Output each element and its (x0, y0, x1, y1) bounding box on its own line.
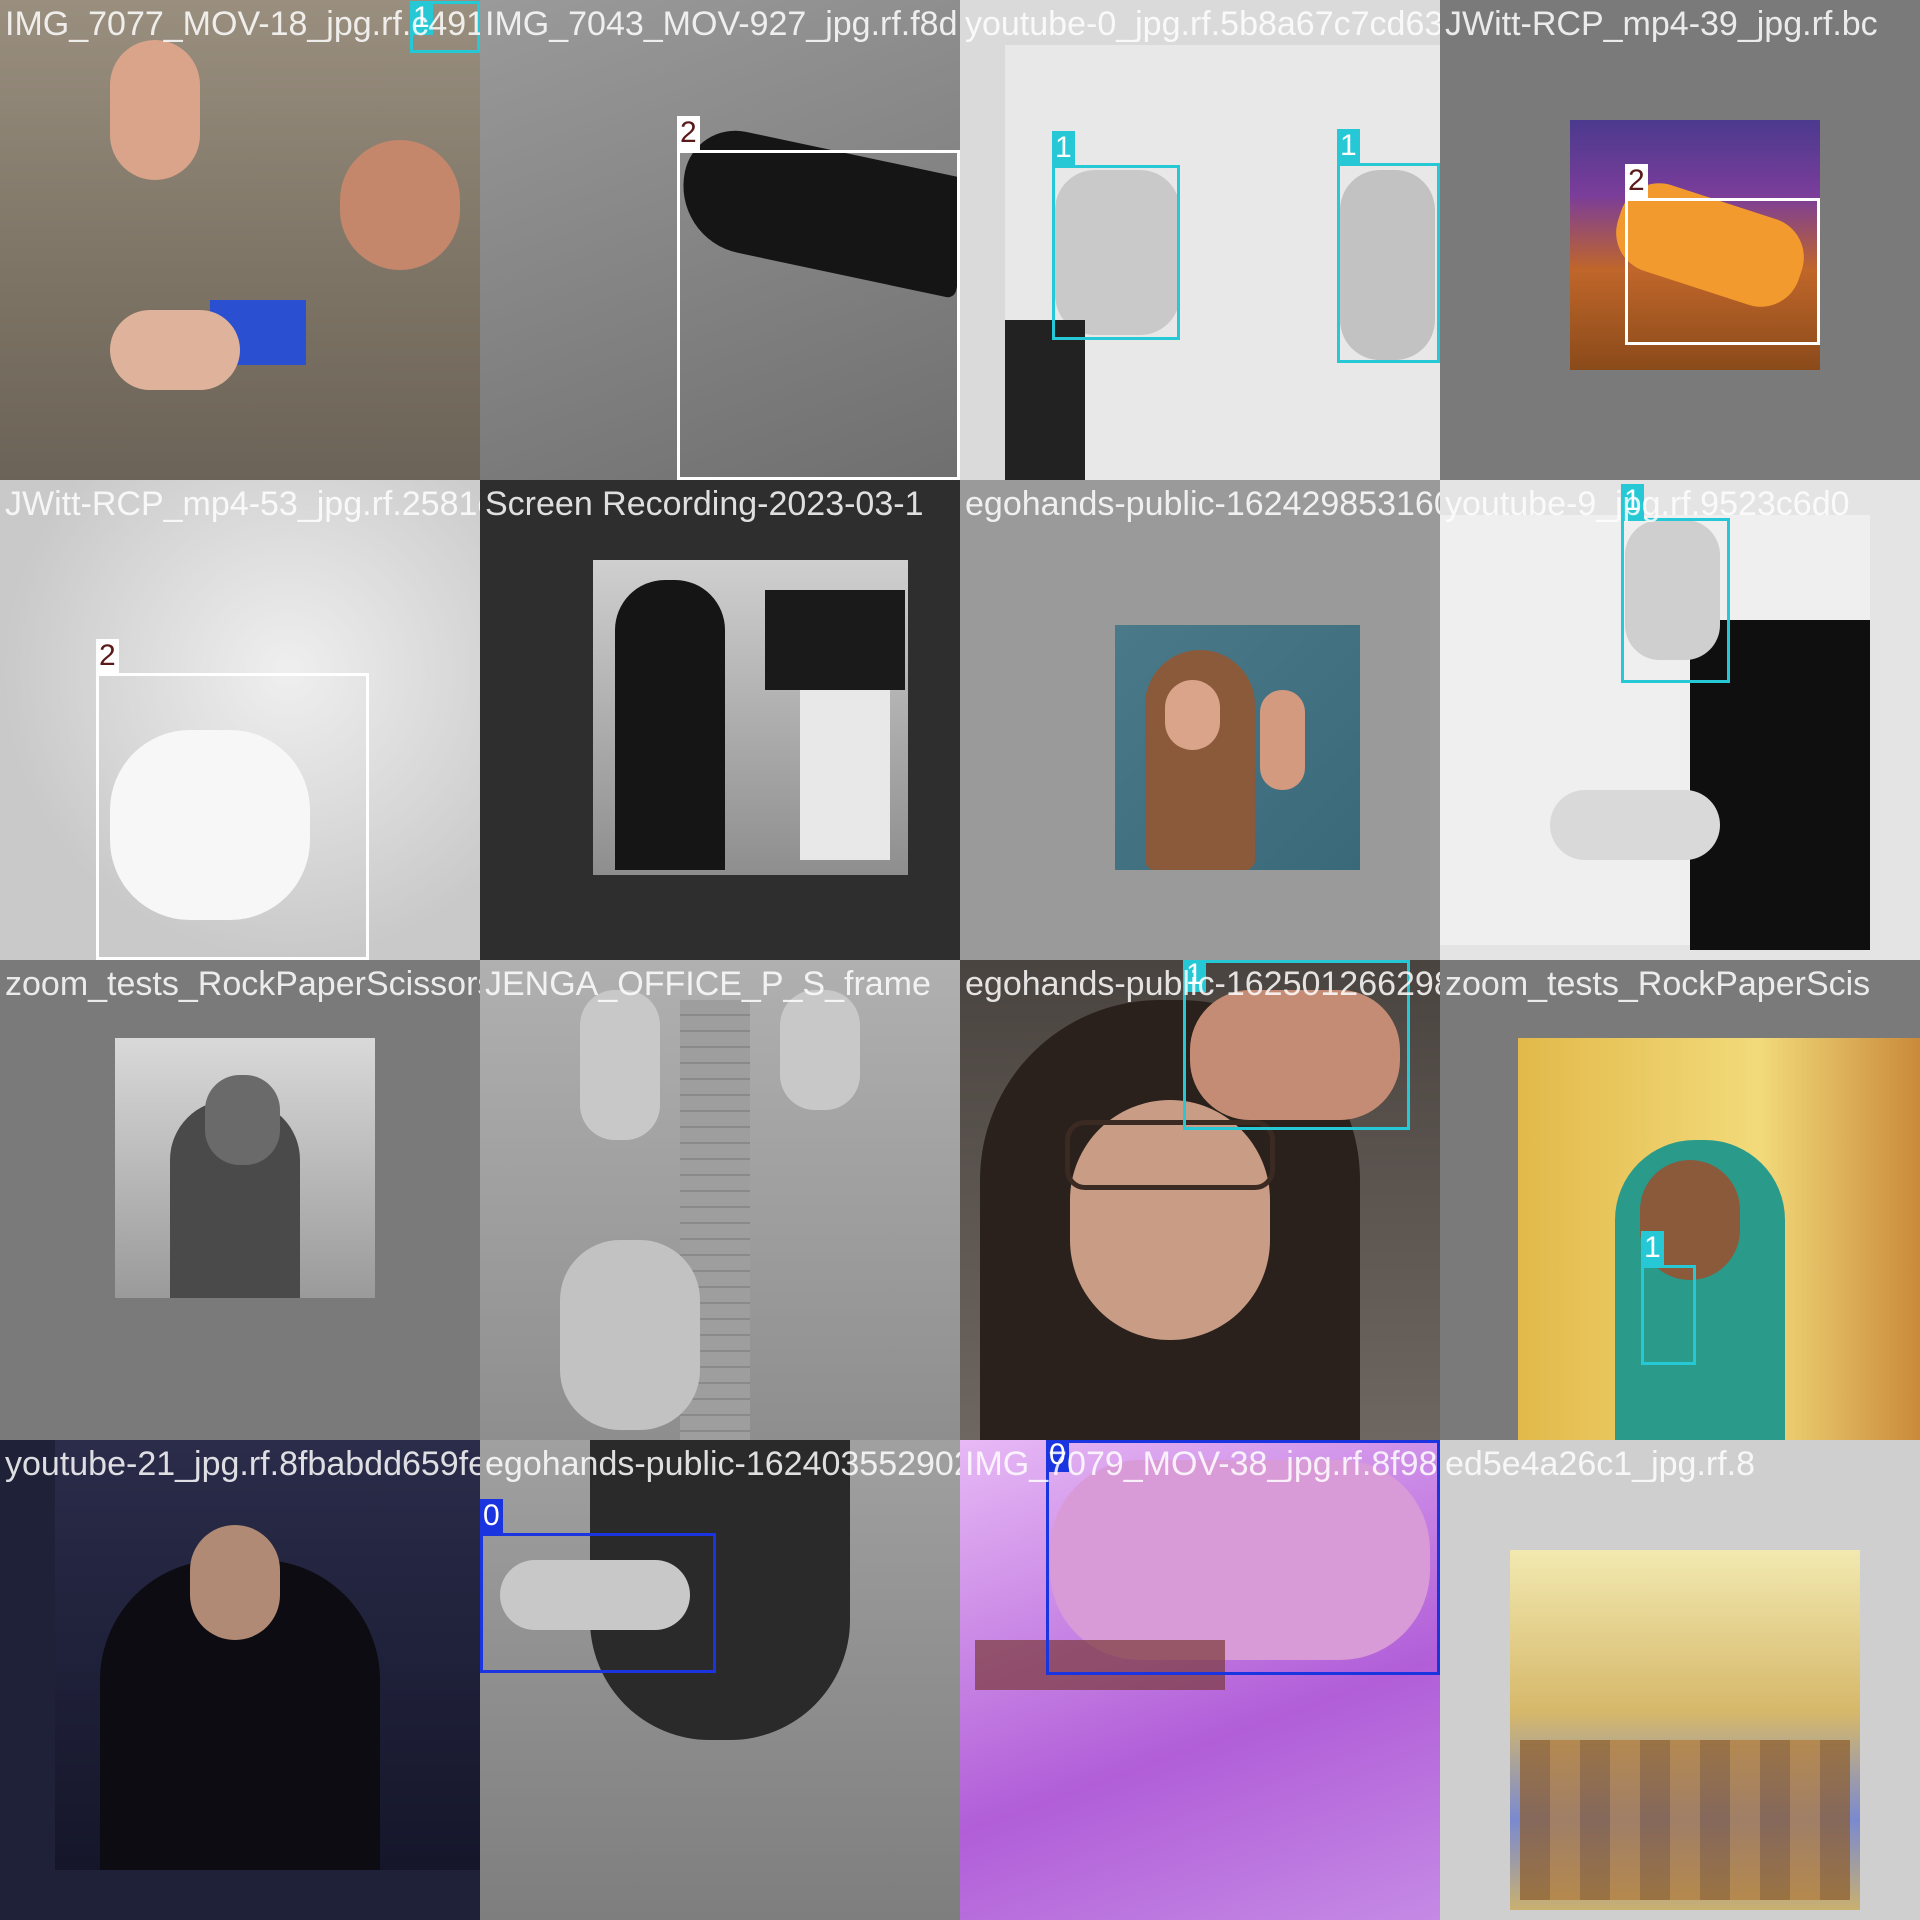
image-tile: 2 IMG_7043_MOV-927_jpg.rf.f8d (480, 0, 960, 480)
image-tile: 1 youtube-9_jpg.rf.9523c6d0 (1440, 480, 1920, 960)
glasses (1065, 1120, 1275, 1190)
hand (110, 310, 240, 390)
hand (205, 1075, 280, 1165)
chairs (1520, 1740, 1850, 1900)
image-filename: zoom_tests_RockPaperScissors (5, 965, 480, 1003)
image-tile: 0 egohands-public-1624035529026 (480, 1440, 960, 1920)
image-filename: egohands-public-1625012662985_png.jpg (965, 965, 1440, 1003)
box-label: 2 (96, 639, 119, 673)
face (1165, 680, 1220, 750)
bounding-box (480, 1533, 716, 1673)
bounding-box (1621, 518, 1730, 683)
mosaic-grid: 1 IMG_7077_MOV-18_jpg.rf.c4915e7c4791ff7… (0, 0, 1920, 1920)
image-tile: 2 JWitt-RCP_mp4-39_jpg.rf.bc (1440, 0, 1920, 480)
box-label: 1 (1337, 129, 1360, 163)
box-label: 0 (480, 1499, 503, 1533)
bounding-box (1641, 1265, 1696, 1365)
image-filename: IMG_7079_MOV-38_jpg.rf.8f98 (965, 1445, 1438, 1483)
hand (1260, 690, 1305, 790)
image-filename: youtube-0_jpg.rf.5b8a67c7cd63 (965, 5, 1440, 43)
image-tile: 2 JWitt-RCP_mp4-53_jpg.rf.2581e957f82119… (0, 480, 480, 960)
image-filename: zoom_tests_RockPaperScis (1445, 965, 1871, 1003)
image-tile: JENGA_OFFICE_P_S_frame (480, 960, 960, 1440)
box-label: 2 (1625, 164, 1648, 198)
image-tile: 0 IMG_7079_MOV-38_jpg.rf.8f98 (960, 1440, 1440, 1920)
image-filename: egohands-public-1624298531604 (965, 485, 1440, 523)
image-tile: 1 1 youtube-0_jpg.rf.5b8a67c7cd63 (960, 0, 1440, 480)
hand (340, 140, 460, 270)
image-tile: ed5e4a26c1_jpg.rf.8 (1440, 1440, 1920, 1920)
hand (580, 990, 660, 1140)
hand (560, 1240, 700, 1430)
face (190, 1525, 280, 1640)
image-filename: JWitt-RCP_mp4-53_jpg.rf.2581e957f8211989 (5, 485, 480, 523)
image-tile: 1 egohands-public-1625012662985_png.jpg (960, 960, 1440, 1440)
hand (1550, 790, 1720, 860)
image-filename: egohands-public-1624035529026 (485, 1445, 960, 1483)
image-filename: IMG_7077_MOV-18_jpg.rf.c4915e7c4791ff709… (5, 5, 480, 43)
bounding-box (1337, 163, 1440, 363)
bounding-box (96, 673, 369, 960)
image-tile: Screen Recording-2023-03-1 (480, 480, 960, 960)
image-tile: 1 zoom_tests_RockPaperScis (1440, 960, 1920, 1440)
image-tile: zoom_tests_RockPaperScissors (0, 960, 480, 1440)
person (615, 580, 725, 870)
image-filename: youtube-21_jpg.rf.8fbabdd659fe1c0d7c9b9 (5, 1445, 480, 1483)
image-filename: ed5e4a26c1_jpg.rf.8 (1445, 1445, 1756, 1483)
bounding-box (1625, 198, 1820, 345)
hand (110, 40, 200, 180)
box-label: 1 (1641, 1231, 1664, 1265)
hand (780, 990, 860, 1110)
image-filename: JENGA_OFFICE_P_S_frame (485, 965, 931, 1003)
image-filename: JWitt-RCP_mp4-39_jpg.rf.bc (1445, 5, 1878, 43)
image-filename: IMG_7043_MOV-927_jpg.rf.f8d (485, 5, 958, 43)
bounding-box (1052, 165, 1180, 340)
tv-screen (765, 590, 905, 690)
image-tile: youtube-21_jpg.rf.8fbabdd659fe1c0d7c9b9 (0, 1440, 480, 1920)
image-tile: 1 IMG_7077_MOV-18_jpg.rf.c4915e7c4791ff7… (0, 0, 480, 480)
image-filename: Screen Recording-2023-03-1 (485, 485, 924, 523)
image-filename: youtube-9_jpg.rf.9523c6d0 (1445, 485, 1850, 523)
bounding-box (677, 150, 960, 480)
sleeve (1005, 320, 1085, 480)
image-tile: egohands-public-1624298531604 (960, 480, 1440, 960)
box-label: 2 (677, 116, 700, 150)
box-label: 1 (1052, 131, 1075, 165)
